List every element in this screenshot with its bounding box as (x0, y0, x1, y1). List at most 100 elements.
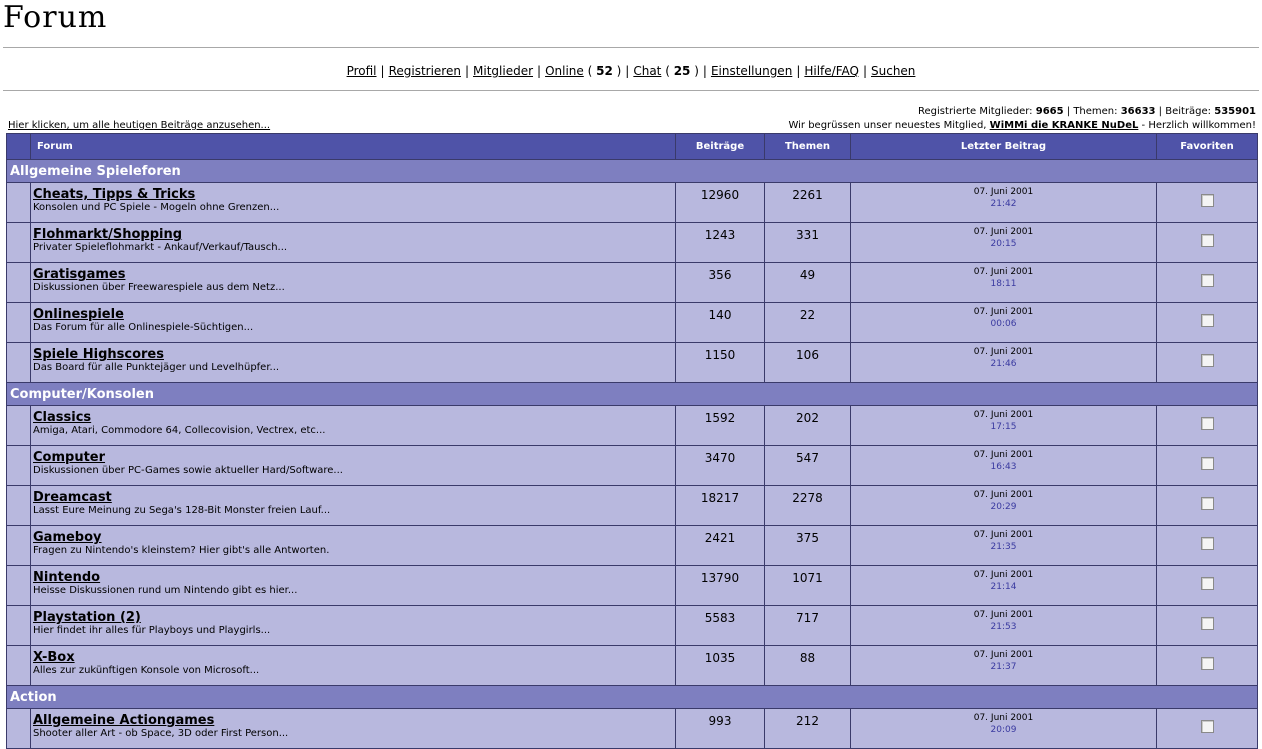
forum-body: Allgemeine Spieleforen Cheats, Tipps & Tr… (6, 159, 1258, 749)
favorite-checkbox[interactable] (1200, 234, 1214, 247)
last-post-time-link[interactable]: 17:15 (851, 421, 1156, 433)
last-post-time-link[interactable]: 21:53 (851, 621, 1156, 633)
category-row: Action (6, 685, 1258, 709)
forum-row: Classics Amiga, Atari, Commodore 64, Coll… (6, 405, 1258, 446)
header-topics: Themen (764, 133, 851, 160)
favorite-checkbox[interactable] (1200, 537, 1214, 550)
category-title[interactable]: Allgemeine Spieleforen (6, 159, 1258, 183)
favorite-checkbox[interactable] (1200, 657, 1214, 670)
forum-topics: 717 (764, 605, 851, 646)
favorite-checkbox[interactable] (1200, 314, 1214, 327)
forum-link[interactable]: Playstation (2) (33, 610, 675, 625)
last-post-date: 07. Juni 2001 (973, 227, 1034, 237)
forum-topics: 88 (764, 645, 851, 686)
forum-link[interactable]: Onlinespiele (33, 307, 675, 322)
forum-description: Diskussionen über Freewarespiele aus dem… (33, 282, 285, 293)
last-post-date: 07. Juni 2001 (973, 530, 1034, 540)
last-post-time-link[interactable]: 21:46 (851, 358, 1156, 370)
forum-status-cell (6, 302, 31, 343)
forum-link[interactable]: Cheats, Tipps & Tricks (33, 187, 675, 202)
favorite-checkbox[interactable] (1200, 274, 1214, 287)
forum-status-cell (6, 525, 31, 566)
last-post-date: 07. Juni 2001 (973, 187, 1034, 197)
last-post-time-link[interactable]: 21:37 (851, 661, 1156, 673)
forum-link[interactable]: Gameboy (33, 530, 675, 545)
forum-description: Diskussionen über PC-Games sowie aktuell… (33, 465, 343, 476)
category-title[interactable]: Computer/Konsolen (6, 382, 1258, 406)
favorite-checkbox[interactable] (1200, 457, 1214, 470)
forum-cell: X-Box Alles zur zukünftigen Konsole von M… (30, 645, 676, 686)
divider-nav (3, 90, 1259, 91)
forum-posts: 12960 (675, 182, 765, 223)
forum-last-post: 07. Juni 2001 00:06 (850, 302, 1157, 343)
last-post-time-link[interactable]: 21:14 (851, 581, 1156, 593)
forum-status-cell (6, 262, 31, 303)
forum-link[interactable]: X-Box (33, 650, 675, 665)
forum-link[interactable]: Allgemeine Actiongames (33, 713, 675, 728)
last-post-time-link[interactable]: 16:43 (851, 461, 1156, 473)
last-post-time-link[interactable]: 20:09 (851, 724, 1156, 736)
forum-description: Privater Spieleflohmarkt - Ankauf/Verkau… (33, 242, 288, 253)
favorite-checkbox[interactable] (1200, 617, 1214, 630)
board-stats: Registrierte Mitglieder: 9665 | Themen: … (918, 106, 1256, 117)
today-posts: Hier klicken, um alle heutigen Beiträge … (8, 119, 270, 132)
nav-chat-link[interactable]: Chat (633, 64, 661, 78)
last-post-date: 07. Juni 2001 (973, 347, 1034, 357)
favorite-cell (1156, 182, 1258, 223)
newest-member-link[interactable]: WiMMi die KRANKE NuDeL (990, 120, 1139, 131)
forum-row: Gratisgames Diskussionen über Freewarespi… (6, 262, 1258, 303)
today-posts-link[interactable]: Hier klicken, um alle heutigen Beiträge … (8, 120, 270, 131)
forum-row: Onlinespiele Das Forum für alle Onlinespi… (6, 302, 1258, 343)
last-post-time-link[interactable]: 21:42 (851, 198, 1156, 210)
forum-cell: Classics Amiga, Atari, Commodore 64, Coll… (30, 405, 676, 446)
favorite-cell (1156, 302, 1258, 343)
forum-topics: 2278 (764, 485, 851, 526)
nav-online-link[interactable]: Online (545, 64, 584, 78)
topics-label: Themen: (1073, 106, 1118, 117)
forum-topics: 375 (764, 525, 851, 566)
header-posts: Beiträge (675, 133, 765, 160)
welcome-message: Wir begrüssen unser neuestes Mitglied, W… (788, 119, 1256, 132)
last-post-time-link[interactable]: 00:06 (851, 318, 1156, 330)
chat-count: 25 (673, 64, 691, 78)
forum-posts: 5583 (675, 605, 765, 646)
last-post-date: 07. Juni 2001 (973, 450, 1034, 460)
last-post-time-link[interactable]: 20:29 (851, 501, 1156, 513)
last-post-time-link[interactable]: 18:11 (851, 278, 1156, 290)
favorite-checkbox[interactable] (1200, 354, 1214, 367)
favorite-checkbox[interactable] (1200, 497, 1214, 510)
forum-topics: 49 (764, 262, 851, 303)
nav-mitglieder-link[interactable]: Mitglieder (473, 64, 533, 78)
favorite-checkbox[interactable] (1200, 194, 1214, 207)
forum-cell: Dreamcast Lasst Eure Meinung zu Sega's 12… (30, 485, 676, 526)
welcome-prefix: Wir begrüssen unser neuestes Mitglied, (788, 120, 987, 131)
category-title[interactable]: Action (6, 685, 1258, 709)
forum-link[interactable]: Computer (33, 450, 675, 465)
nav-registrieren-link[interactable]: Registrieren (389, 64, 461, 78)
nav-suchen-link[interactable]: Suchen (871, 64, 915, 78)
forum-last-post: 07. Juni 2001 21:46 (850, 342, 1157, 383)
forum-link[interactable]: Flohmarkt/Shopping (33, 227, 675, 242)
last-post-time-link[interactable]: 20:15 (851, 238, 1156, 250)
forum-row: Dreamcast Lasst Eure Meinung zu Sega's 12… (6, 485, 1258, 526)
forum-topics: 547 (764, 445, 851, 486)
forum-link[interactable]: Spiele Highscores (33, 347, 675, 362)
forum-row: Flohmarkt/Shopping Privater Spieleflohmar… (6, 222, 1258, 263)
forum-cell: Computer Diskussionen über PC-Games sowie… (30, 445, 676, 486)
forum-link[interactable]: Classics (33, 410, 675, 425)
favorite-checkbox[interactable] (1200, 577, 1214, 590)
nav-einstellungen-link[interactable]: Einstellungen (711, 64, 792, 78)
header-forum: Forum (30, 133, 676, 160)
forum-description: Das Forum für alle Onlinespiele-Süchtige… (33, 322, 254, 333)
last-post-time-link[interactable]: 21:35 (851, 541, 1156, 553)
forum-status-cell (6, 708, 31, 749)
forum-link[interactable]: Dreamcast (33, 490, 675, 505)
posts-count: 535901 (1214, 106, 1256, 117)
forum-link[interactable]: Nintendo (33, 570, 675, 585)
nav-hilfe-link[interactable]: Hilfe/FAQ (804, 64, 859, 78)
forum-link[interactable]: Gratisgames (33, 267, 675, 282)
favorite-checkbox[interactable] (1200, 720, 1214, 733)
forum-cell: Gameboy Fragen zu Nintendo's kleinstem? H… (30, 525, 676, 566)
favorite-checkbox[interactable] (1200, 417, 1214, 430)
nav-profil-link[interactable]: Profil (347, 64, 377, 78)
